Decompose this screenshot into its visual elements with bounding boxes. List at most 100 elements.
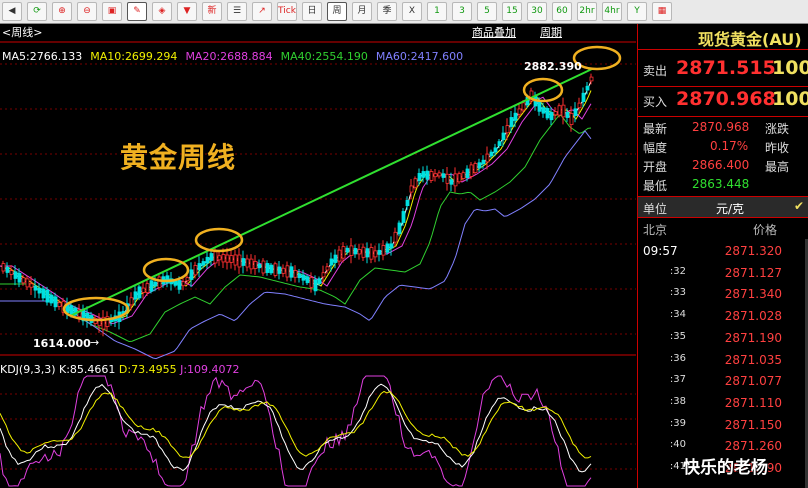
buy-qty: 100 [772, 88, 808, 110]
min3-button[interactable]: 3 [452, 2, 472, 21]
candle [241, 258, 246, 266]
refresh-icon[interactable]: ⟳ [27, 2, 47, 21]
candle [41, 288, 46, 299]
candle [553, 111, 558, 116]
candle [145, 283, 150, 294]
week-button[interactable]: 周 [327, 2, 347, 21]
candle [205, 256, 210, 264]
min15-button[interactable]: 15 [502, 2, 522, 21]
ma-legend-item: MA60:2417.600 [375, 50, 464, 63]
candle [141, 287, 146, 293]
candle [545, 108, 550, 119]
candle [301, 274, 306, 281]
low-arrow-icon: → [90, 336, 100, 349]
min60-button[interactable]: 60 [552, 2, 572, 21]
candle [561, 104, 566, 118]
zoom-out-icon[interactable]: ⊖ [77, 2, 97, 21]
candle [357, 249, 362, 255]
candle [517, 108, 522, 115]
trading-window: { "toolbar": { "buttons": [ {"name":"bac… [0, 0, 808, 488]
candle [365, 248, 370, 258]
candle [397, 222, 402, 235]
candle [305, 276, 310, 284]
candle [393, 231, 398, 243]
period-link[interactable]: 周期 [540, 26, 562, 39]
day-button[interactable]: 日 [302, 2, 322, 21]
ma-legend: MA5:2766.133 MA10:2699.294 MA20:2688.884 MA… [2, 45, 471, 64]
candle [361, 246, 366, 258]
price-chart[interactable]: <周线> 商品叠加 周期 MA5:2766.133 MA10:2699.294 MA… [0, 24, 636, 488]
hour4-button[interactable]: 4hr [602, 2, 622, 21]
candle [341, 246, 346, 259]
tick-time: :36 [669, 352, 686, 364]
back-icon[interactable]: ◀ [2, 2, 22, 21]
window-icon[interactable]: ▣ [102, 2, 122, 21]
year-button[interactable]: Y [627, 2, 647, 21]
candle [541, 107, 546, 114]
candle [405, 200, 410, 206]
candle [313, 279, 318, 292]
candle [457, 173, 462, 183]
candle [133, 291, 138, 300]
candle [177, 280, 182, 290]
min5-button[interactable]: 5 [477, 2, 497, 21]
candle [389, 243, 394, 249]
calendar-icon[interactable]: ▦ [652, 2, 672, 21]
candle [17, 272, 22, 283]
candle [285, 265, 290, 278]
candle [289, 266, 294, 278]
open-value: 2866.400 [692, 158, 750, 172]
candle [381, 245, 386, 256]
sell-label: 卖出 [643, 64, 668, 78]
new-icon[interactable]: 新 [202, 2, 222, 21]
sell-qty: 100 [772, 57, 808, 79]
buy-row[interactable]: 买入 2870.968 100 [638, 87, 808, 115]
filter-icon[interactable]: ▼ [177, 2, 197, 21]
sell-row[interactable]: 卖出 2871.515 100 [638, 56, 808, 84]
overlay-link[interactable]: 商品叠加 [472, 26, 516, 39]
pen-icon[interactable]: ✎ [127, 2, 147, 21]
month-button[interactable]: 月 [352, 2, 372, 21]
season-button[interactable]: 季 [377, 2, 397, 21]
quote-header: 现货黄金(AU) [638, 24, 808, 50]
candle [409, 185, 414, 193]
candle [537, 101, 542, 112]
candle [221, 254, 226, 263]
tick-button[interactable]: Tick [277, 2, 297, 21]
check-icon[interactable]: ✔ [794, 199, 804, 213]
candle [445, 173, 450, 184]
candle [297, 273, 302, 279]
high-label: 最高 [765, 160, 790, 174]
candle [521, 102, 526, 111]
candle [265, 263, 270, 273]
candle [437, 172, 442, 177]
low-annotation: 1614.000 [33, 337, 91, 350]
change-label: 涨跌 [765, 122, 790, 136]
tick-time: :38 [669, 395, 686, 407]
chart-icon[interactable]: ↗ [252, 2, 272, 21]
kdj-d: D:73.4955 [118, 363, 177, 376]
tick-time: 09:57 [643, 244, 678, 258]
zoom-in-icon[interactable]: ⊕ [52, 2, 72, 21]
candle [485, 153, 490, 163]
city-label: 北京 [643, 223, 668, 237]
candle [433, 173, 438, 178]
low-value: 2863.448 [692, 177, 750, 191]
tick-time: :41 [669, 461, 686, 472]
candle [321, 272, 326, 278]
sell-price: 2871.515 [676, 57, 776, 79]
candle [565, 112, 570, 118]
x-button[interactable]: X [402, 2, 422, 21]
min1-button[interactable]: 1 [427, 2, 447, 21]
buy-price: 2870.968 [676, 88, 776, 110]
candle [13, 271, 18, 279]
min30-button[interactable]: 30 [527, 2, 547, 21]
hour2-button[interactable]: 2hr [577, 2, 597, 21]
tick-price: 2871.150 [724, 417, 782, 432]
list-icon[interactable]: ☰ [227, 2, 247, 21]
fill-icon[interactable]: ◈ [152, 2, 172, 21]
candle [577, 102, 582, 109]
unit-row[interactable]: 单位 元/克 ✔ [638, 196, 808, 218]
candle [149, 280, 154, 292]
watermark: 快乐的老杨 [683, 458, 768, 478]
